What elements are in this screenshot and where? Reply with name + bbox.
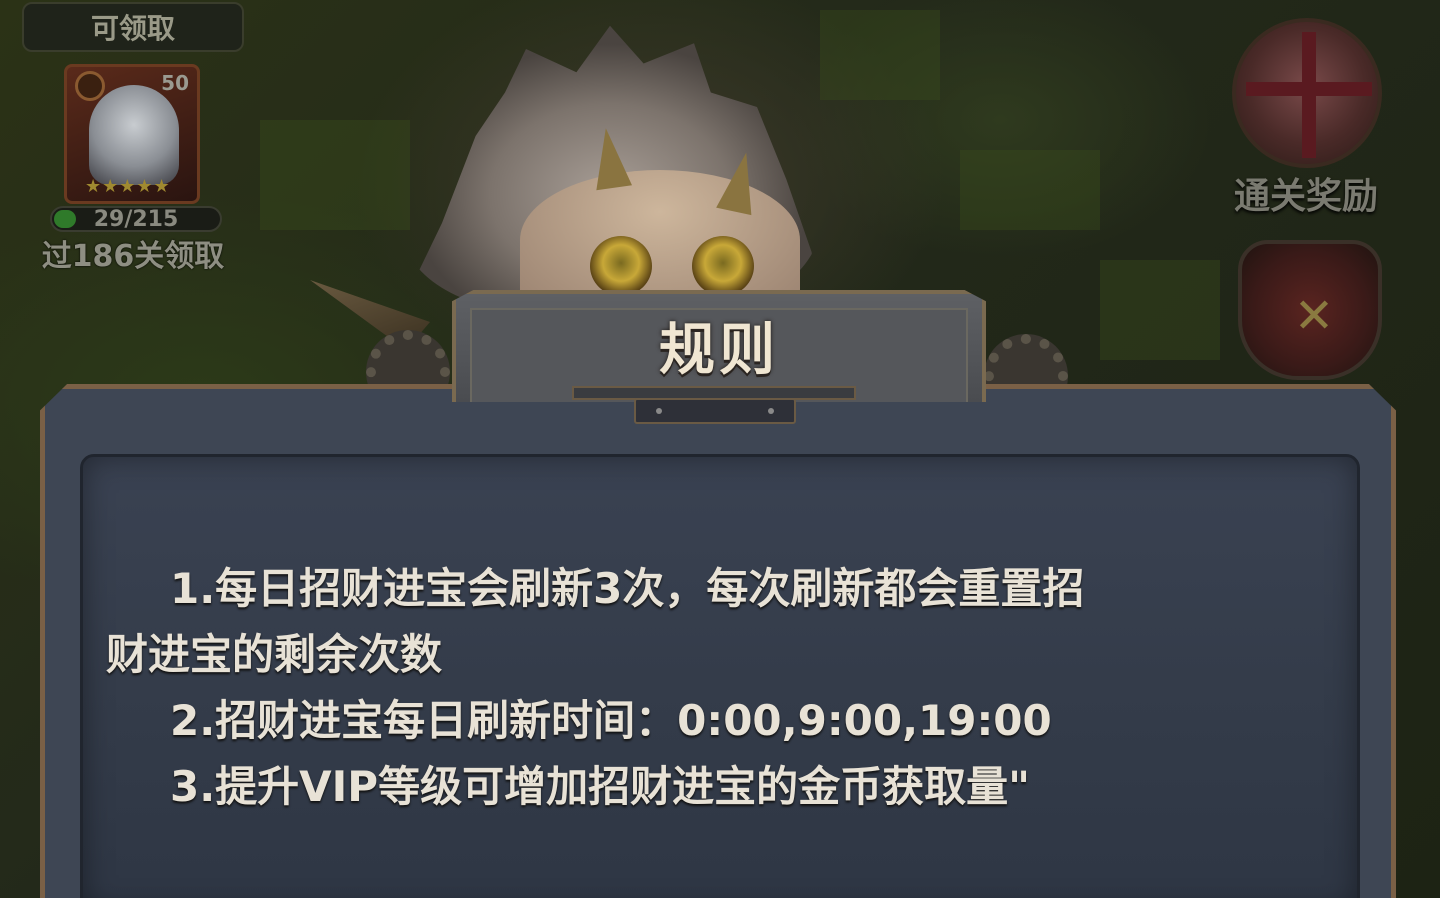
map-tile <box>260 120 410 230</box>
rule-line: 3.提升VIP等级可增加招财进宝的金币获取量" <box>170 762 1030 811</box>
claim-available-tag[interactable]: 可领取 <box>22 2 244 52</box>
rules-text: 1.每日招财进宝会刷新3次，每次刷新都会重置招 财进宝的剩余次数 2.招财进宝每… <box>106 556 1326 820</box>
stage-progress-bar: 29/215 <box>50 206 222 232</box>
battle-shield-button[interactable]: ✕ <box>1238 240 1382 380</box>
hero-avatar <box>89 85 179 185</box>
rule-line: 2.招财进宝每日刷新时间：0:00,9:00,19:00 <box>170 696 1052 745</box>
clear-reward-label[interactable]: 通关奖励 <box>1216 168 1396 218</box>
hero-portrait-card[interactable]: 50 ★★★★★ <box>64 64 200 204</box>
character-eye <box>692 236 754 296</box>
rule-line: 1.每日招财进宝会刷新3次，每次刷新都会重置招 <box>170 564 1085 613</box>
character-face <box>520 170 800 310</box>
crossed-swords-icon: ✕ <box>1293 288 1335 344</box>
rivet <box>768 408 774 414</box>
map-tile <box>820 10 940 100</box>
progress-text: 29/215 <box>93 206 179 232</box>
stage-claim-label[interactable]: 过186关领取 <box>22 230 244 276</box>
rivet <box>656 408 662 414</box>
map-tile <box>960 150 1100 230</box>
rule-line: 财进宝的剩余次数 <box>106 630 443 679</box>
hero-faction-icon <box>75 71 105 101</box>
map-tile <box>1100 260 1220 360</box>
gift-box-icon[interactable] <box>1232 18 1382 168</box>
dialog-title: 规则 <box>659 317 779 383</box>
gift-ribbon <box>1246 82 1372 96</box>
hero-star-rating: ★★★★★ <box>85 176 171 197</box>
hero-level: 50 <box>161 71 189 95</box>
title-clip <box>634 398 796 424</box>
character-eye <box>590 236 652 296</box>
